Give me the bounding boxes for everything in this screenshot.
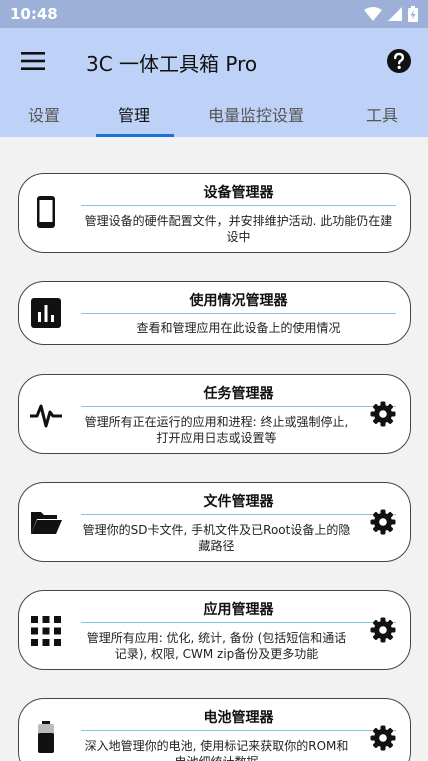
card-divider (81, 514, 396, 515)
app-manager-settings-button[interactable] (370, 617, 396, 643)
hamburger-menu-icon (21, 52, 45, 70)
card-task-manager[interactable]: 任务管理器 管理所有正在运行的应用和进程: 终止或强制停止, 打开应用日志或设置… (18, 374, 411, 454)
card-description: 管理所有正在运行的应用和进程: 终止或强制停止, 打开应用日志或设置等 (84, 415, 349, 445)
battery-manager-settings-button[interactable] (370, 725, 396, 751)
card-app-manager[interactable]: 应用管理器 管理所有应用: 优化, 统计, 备份 (包括短信和通话记录), 权限… (18, 590, 411, 670)
card-title: 电池管理器 (203, 710, 274, 726)
card-divider (81, 205, 396, 206)
tab-manage[interactable]: 管理 (118, 95, 150, 137)
tab-bar: 设置 管理 电量监控设置 工具 (0, 95, 428, 137)
pulse-icon (30, 404, 62, 428)
card-divider (81, 622, 396, 623)
card-divider (81, 406, 396, 407)
card-title: 应用管理器 (203, 602, 274, 618)
card-title: 使用情况管理器 (189, 293, 288, 309)
card-battery-manager[interactable]: 电池管理器 深入地管理你的电池, 使用标记来获取你的ROM和电池细统计数据 (18, 698, 411, 761)
tab-settings[interactable]: 设置 (28, 95, 60, 137)
card-description: 管理设备的硬件配置文件，并安排维护活动. 此功能仍在建设中 (84, 214, 393, 244)
battery-charging-icon (408, 6, 418, 22)
tab-tools[interactable]: 工具 (366, 95, 398, 137)
bar-chart-icon (31, 298, 61, 328)
card-divider (81, 313, 396, 314)
smartphone-icon (37, 196, 55, 228)
folder-open-icon (31, 512, 62, 534)
status-icons (364, 6, 418, 22)
card-device-manager[interactable]: 设备管理器 管理设备的硬件配置文件，并安排维护活动. 此功能仍在建设中 (18, 173, 411, 253)
menu-button[interactable] (20, 50, 46, 72)
gear-icon (370, 617, 396, 643)
apps-grid-icon (31, 616, 61, 646)
gear-icon (370, 509, 396, 535)
card-description: 管理所有应用: 优化, 统计, 备份 (包括短信和通话记录), 权限, CWM … (86, 631, 347, 661)
card-usage-manager[interactable]: 使用情况管理器 查看和管理应用在此设备上的使用情况 (18, 281, 411, 345)
gear-icon (370, 401, 396, 427)
card-divider (81, 730, 396, 731)
help-circle-icon (387, 49, 411, 73)
help-button[interactable] (386, 48, 412, 74)
card-description: 深入地管理你的电池, 使用标记来获取你的ROM和电池细统计数据 (84, 739, 349, 761)
card-title: 设备管理器 (203, 185, 274, 201)
task-manager-settings-button[interactable] (370, 401, 396, 427)
app-bar: 3C 一体工具箱 Pro (0, 28, 428, 95)
card-title: 文件管理器 (203, 494, 274, 510)
card-title: 任务管理器 (203, 386, 274, 402)
wifi-icon (364, 7, 382, 21)
signal-icon (388, 7, 402, 21)
status-time: 10:48 (10, 5, 58, 23)
battery-icon (38, 721, 54, 753)
gear-icon (370, 725, 396, 751)
app-title: 3C 一体工具箱 Pro (86, 52, 258, 76)
card-description: 查看和管理应用在此设备上的使用情况 (136, 321, 341, 335)
tab-battery-monitor-settings[interactable]: 电量监控设置 (208, 95, 304, 137)
status-bar: 10:48 (0, 0, 428, 28)
card-description: 管理你的SD卡文件, 手机文件及已Root设备上的隐藏路径 (82, 523, 351, 553)
card-file-manager[interactable]: 文件管理器 管理你的SD卡文件, 手机文件及已Root设备上的隐藏路径 (18, 482, 411, 562)
file-manager-settings-button[interactable] (370, 509, 396, 535)
manager-list: 设备管理器 管理设备的硬件配置文件，并安排维护活动. 此功能仍在建设中 使用情况… (0, 137, 428, 761)
